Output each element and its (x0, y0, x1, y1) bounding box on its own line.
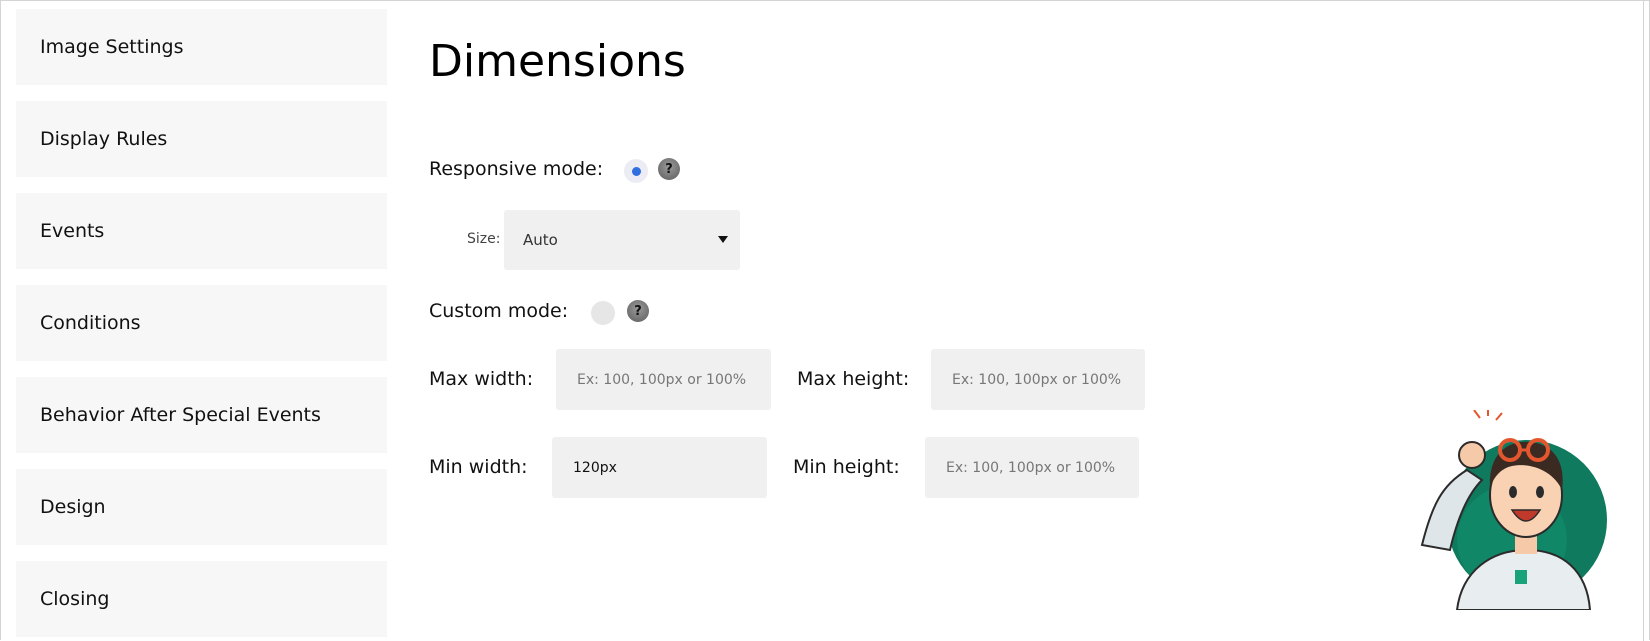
sidebar-item-label: Behavior After Special Events (40, 404, 321, 426)
settings-sidebar: Image Settings Display Rules Events Cond… (16, 9, 387, 637)
size-label: Size: (467, 231, 501, 247)
help-glyph: ? (665, 161, 673, 177)
min-height-input[interactable] (925, 437, 1139, 498)
size-select[interactable]: Auto (504, 210, 740, 270)
mascot-avatar (1420, 410, 1607, 610)
help-glyph: ? (634, 303, 642, 319)
sidebar-item-image-settings[interactable]: Image Settings (16, 9, 387, 85)
sidebar-item-closing[interactable]: Closing (16, 561, 387, 637)
sidebar-item-label: Image Settings (40, 36, 184, 58)
max-height-label: Max height: (797, 368, 910, 390)
max-width-input[interactable] (556, 349, 771, 410)
sidebar-item-behavior-after-special-events[interactable]: Behavior After Special Events (16, 377, 387, 453)
size-select-value: Auto (523, 231, 558, 249)
max-width-label: Max width: (429, 368, 534, 390)
page-title: Dimensions (429, 36, 686, 87)
sidebar-item-label: Design (40, 496, 106, 518)
question-mark-icon[interactable]: ? (627, 300, 649, 322)
min-width-label: Min width: (429, 456, 528, 478)
min-width-input[interactable] (552, 437, 767, 498)
sidebar-item-conditions[interactable]: Conditions (16, 285, 387, 361)
sidebar-item-display-rules[interactable]: Display Rules (16, 101, 387, 177)
question-mark-icon[interactable]: ? (658, 158, 680, 180)
sidebar-item-design[interactable]: Design (16, 469, 387, 545)
responsive-mode-radio[interactable] (624, 159, 648, 183)
custom-mode-label: Custom mode: (429, 300, 569, 322)
radio-selected-dot (632, 167, 641, 176)
sidebar-item-events[interactable]: Events (16, 193, 387, 269)
sidebar-item-label: Closing (40, 588, 110, 610)
custom-mode-radio[interactable] (591, 301, 615, 325)
responsive-mode-label: Responsive mode: (429, 158, 604, 180)
sidebar-item-label: Display Rules (40, 128, 168, 150)
sidebar-item-label: Events (40, 220, 105, 242)
right-border (1643, 0, 1644, 641)
min-height-label: Min height: (793, 456, 900, 478)
sidebar-item-label: Conditions (40, 312, 141, 334)
chevron-down-icon (718, 236, 728, 243)
max-height-input[interactable] (931, 349, 1145, 410)
